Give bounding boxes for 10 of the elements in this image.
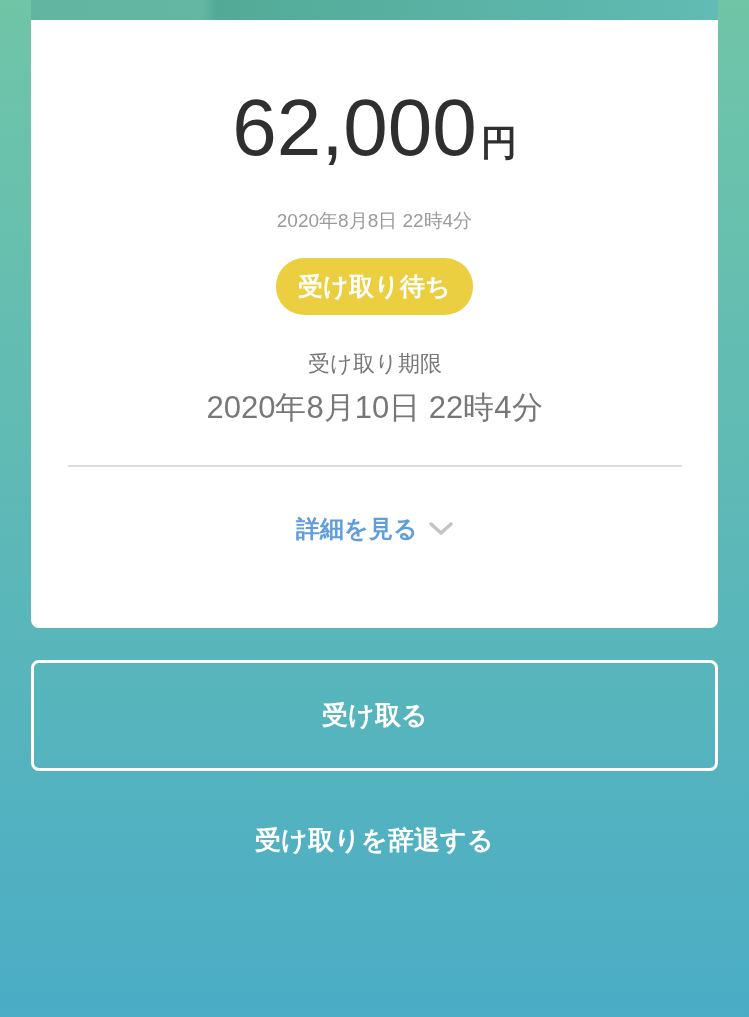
deadline-label: 受け取り期限 — [307, 350, 442, 378]
deadline-value: 2020年8月10日 22時4分 — [206, 389, 543, 427]
chevron-down-icon — [427, 521, 454, 537]
amount-value: 62,000 — [232, 88, 477, 168]
amount-unit: 円 — [480, 121, 517, 165]
receive-button[interactable]: 受け取る — [31, 660, 718, 771]
sent-date: 2020年8月8日 22時4分 — [276, 209, 473, 233]
decline-link[interactable]: 受け取りを辞退する — [255, 823, 494, 858]
status-badge: 受け取り待ち — [276, 258, 473, 315]
details-link[interactable]: 詳細を見る — [295, 513, 454, 545]
